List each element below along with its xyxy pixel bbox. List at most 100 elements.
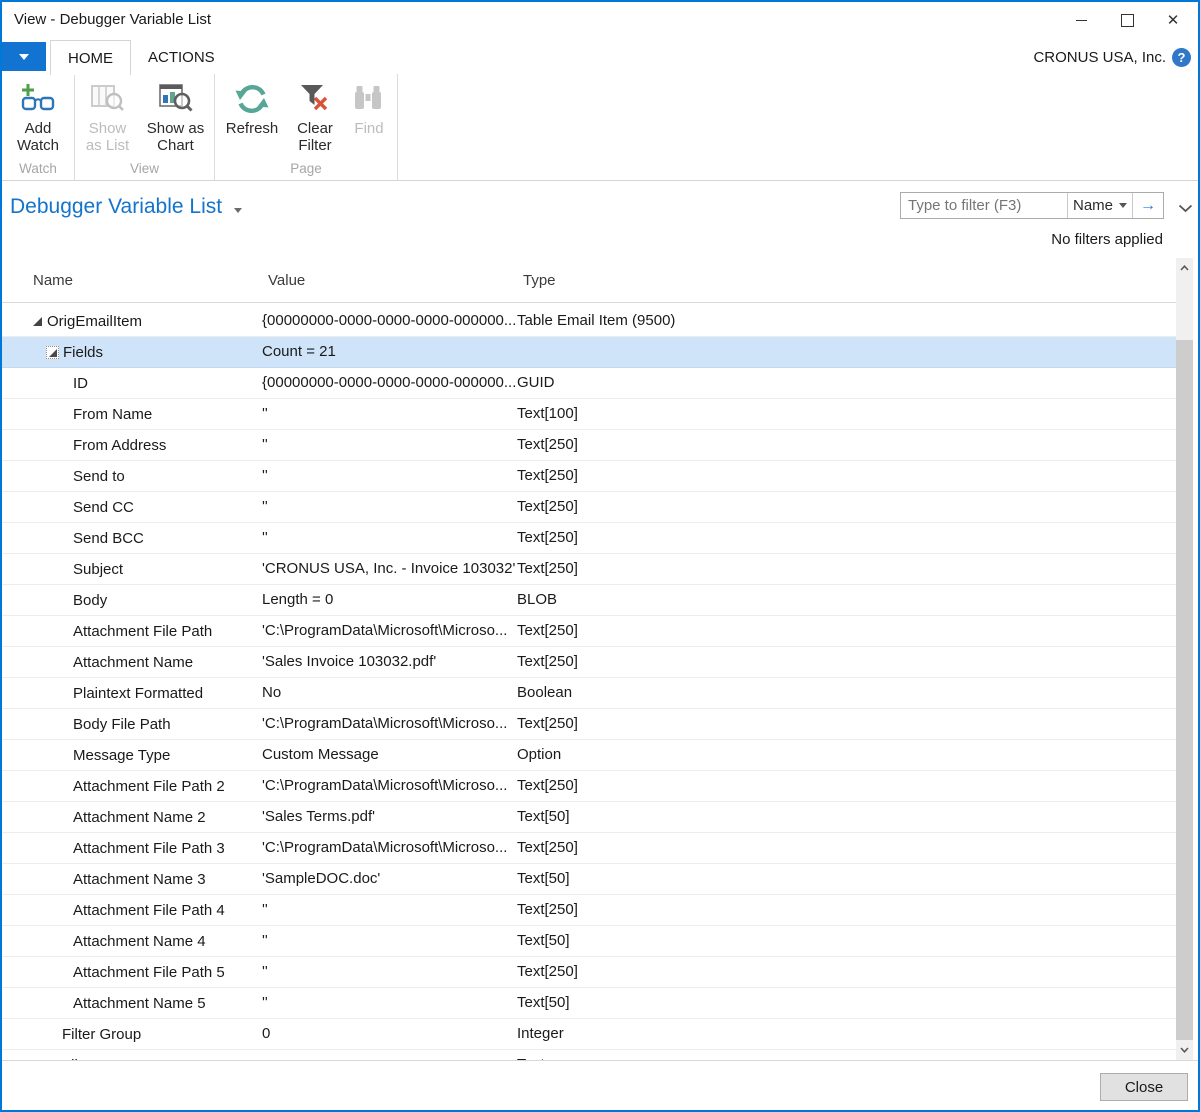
variable-type: Text[250] (517, 709, 578, 739)
table-row[interactable]: Attachment Name 3'SampleDOC.doc'Text[50] (2, 864, 1176, 895)
ribbon-button-label: Add Watch (9, 120, 67, 154)
variable-value: {00000000-0000-0000-0000-000000... (262, 306, 516, 336)
variable-name: Send CC (73, 499, 134, 516)
name-cell: Send BCC (2, 523, 1176, 553)
variable-value: Count = 21 (262, 337, 336, 367)
name-cell: Send CC (2, 492, 1176, 522)
help-icon[interactable]: ? (1172, 48, 1191, 67)
table-row[interactable]: Attachment File Path 2'C:\ProgramData\Mi… (2, 771, 1176, 802)
variable-value: Custom Message (262, 740, 379, 770)
ribbon-group-page: RefreshClear FilterFindPage (215, 74, 398, 180)
name-cell: Attachment Name (2, 647, 1176, 677)
collapse-pane-button[interactable] (1178, 200, 1193, 218)
table-row[interactable]: Attachment File Path'C:\ProgramData\Micr… (2, 616, 1176, 647)
variable-name: Attachment Name 4 (73, 933, 206, 950)
variable-name: Attachment File Path 4 (73, 902, 225, 919)
table-row[interactable]: ID {00000000-0000-0000-0000-000000...GUID (2, 368, 1176, 399)
table-row[interactable]: Attachment File Path 4''Text[250] (2, 895, 1176, 926)
variable-name: Attachment Name 5 (73, 995, 206, 1012)
clear-filter-icon (298, 78, 332, 120)
table-row[interactable]: BodyLength = 0BLOB (2, 585, 1176, 616)
ribbon-tab-row: HOMEACTIONS CRONUS USA, Inc. ? (2, 40, 1198, 75)
tab-home[interactable]: HOME (50, 40, 131, 75)
application-menu-button[interactable] (2, 42, 46, 71)
table-row[interactable]: Attachment Name 4''Text[50] (2, 926, 1176, 957)
name-cell: Attachment Name 3 (2, 864, 1176, 894)
ribbon-button-label: Refresh (226, 120, 279, 137)
variable-type: Text[250] (517, 523, 578, 553)
variable-type: Integer (517, 1019, 564, 1049)
ribbon-group-label: Page (215, 161, 397, 176)
variable-name: Attachment File Path 3 (73, 840, 225, 857)
table-row[interactable]: Send BCC''Text[250] (2, 523, 1176, 554)
close-window-button[interactable]: ✕ (1150, 2, 1196, 38)
name-cell: Attachment Name 5 (2, 988, 1176, 1018)
grid-header: Name Value Type (2, 264, 1176, 303)
variable-name: Message Type (73, 747, 170, 764)
table-row[interactable]: Attachment Name'Sales Invoice 103032.pdf… (2, 647, 1176, 678)
table-row[interactable]: Body File Path'C:\ProgramData\Microsoft\… (2, 709, 1176, 740)
table-row[interactable]: Attachment Name 5''Text[50] (2, 988, 1176, 1019)
apply-filter-button[interactable]: → (1133, 193, 1163, 218)
title-bar: View - Debugger Variable List ✕ (2, 2, 1198, 40)
variable-type: Text[250] (517, 461, 578, 491)
column-header-type: Type (523, 272, 556, 289)
variable-name: From Address (73, 437, 166, 454)
window-title: View - Debugger Variable List (14, 11, 211, 28)
vertical-scrollbar[interactable] (1176, 258, 1193, 1060)
variable-type: Text[50] (517, 988, 570, 1018)
variable-value: 'C:\ProgramData\Microsoft\Microso... (262, 709, 507, 739)
table-row[interactable]: Filter Group0Integer (2, 1019, 1176, 1050)
variable-name: ID (73, 375, 88, 392)
minimize-button[interactable] (1058, 2, 1104, 38)
table-row[interactable]: Send to''Text[250] (2, 461, 1176, 492)
variable-name: From Name (73, 406, 152, 423)
variable-value: Length = 0 (262, 585, 333, 615)
table-row[interactable]: Send CC''Text[250] (2, 492, 1176, 523)
table-row[interactable]: Attachment File Path 5''Text[250] (2, 957, 1176, 988)
filter-input[interactable] (901, 193, 1067, 218)
find-icon (351, 78, 387, 120)
name-cell: From Name (2, 399, 1176, 429)
table-row[interactable]: Subject'CRONUS USA, Inc. - Invoice 10303… (2, 554, 1176, 585)
name-cell: Attachment Name 2 (2, 802, 1176, 832)
collapse-node-icon[interactable] (33, 317, 42, 326)
chevron-down-icon (19, 54, 29, 60)
table-row[interactable]: OrigEmailItem {00000000-0000-0000-0000-00… (2, 306, 1176, 337)
page-title-caret-icon[interactable] (234, 208, 242, 213)
variable-type: Text[250] (517, 895, 578, 925)
name-cell: From Address (2, 430, 1176, 460)
maximize-button[interactable] (1104, 2, 1150, 38)
close-button[interactable]: Close (1100, 1073, 1188, 1101)
table-row[interactable]: Attachment File Path 3'C:\ProgramData\Mi… (2, 833, 1176, 864)
go-arrow-icon: → (1140, 197, 1156, 215)
table-row[interactable]: Message TypeCustom MessageOption (2, 740, 1176, 771)
column-header-value: Value (268, 272, 305, 289)
scroll-up-button[interactable] (1176, 258, 1193, 278)
chevron-down-icon (1178, 204, 1193, 213)
filter-status: No filters applied (1051, 231, 1163, 248)
variable-type: Text[250] (517, 430, 578, 460)
variable-list: OrigEmailItem {00000000-0000-0000-0000-00… (2, 306, 1176, 1081)
scroll-down-button[interactable] (1176, 1040, 1193, 1060)
variable-name: Filter Group (62, 1026, 141, 1043)
table-row[interactable]: Attachment Name 2'Sales Terms.pdf'Text[5… (2, 802, 1176, 833)
variable-value: {00000000-0000-0000-0000-000000... (262, 368, 516, 398)
table-row[interactable]: From Address''Text[250] (2, 430, 1176, 461)
filter-column-dropdown[interactable]: Name (1068, 193, 1132, 218)
name-cell: Plaintext Formatted (2, 678, 1176, 708)
name-cell: Attachment File Path 2 (2, 771, 1176, 801)
variable-name: Fields (63, 344, 103, 361)
table-row[interactable]: Plaintext FormattedNoBoolean (2, 678, 1176, 709)
name-cell: Send to (2, 461, 1176, 491)
show-as-list-icon (90, 78, 126, 120)
variable-type: GUID (517, 368, 555, 398)
name-cell: Attachment File Path (2, 616, 1176, 646)
table-row[interactable]: From Name''Text[100] (2, 399, 1176, 430)
filter-column-label: Name (1073, 197, 1113, 214)
scrollbar-thumb[interactable] (1176, 340, 1193, 1040)
variable-name: OrigEmailItem (47, 313, 142, 330)
table-row[interactable]: Fields Count = 21 (2, 337, 1176, 368)
name-cell: Attachment File Path 4 (2, 895, 1176, 925)
tab-actions[interactable]: ACTIONS (131, 40, 232, 74)
